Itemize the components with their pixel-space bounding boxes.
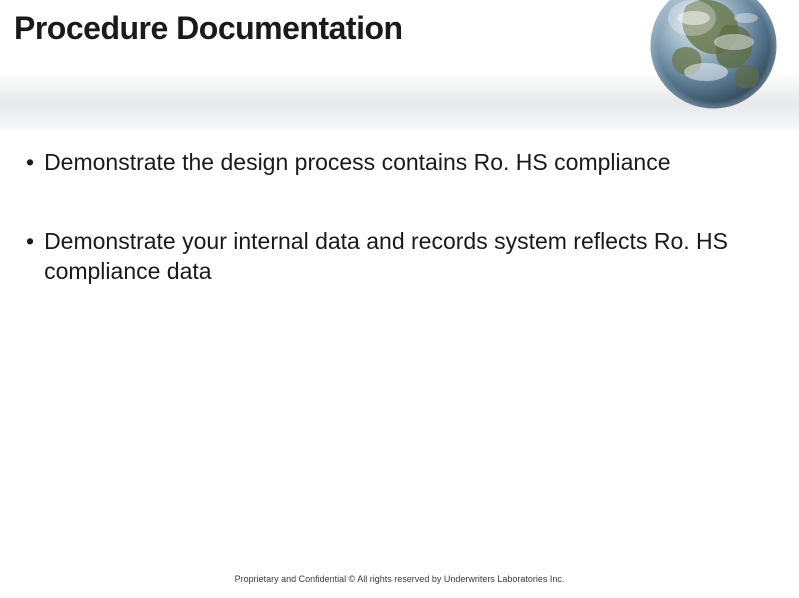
earth-globe-svg — [646, 0, 781, 113]
bullet-text: Demonstrate your internal data and recor… — [44, 227, 759, 286]
list-item: • Demonstrate the design process contain… — [22, 148, 759, 177]
list-item: • Demonstrate your internal data and rec… — [22, 227, 759, 286]
bullet-icon: • — [26, 148, 34, 177]
bullet-list: • Demonstrate the design process contain… — [22, 148, 759, 336]
footer-text: Proprietary and Confidential © All right… — [0, 574, 799, 584]
slide: Procedure Documentation — [0, 0, 799, 598]
bullet-text: Demonstrate the design process contains … — [44, 148, 759, 177]
slide-title: Procedure Documentation — [14, 10, 403, 47]
bullet-icon: • — [26, 227, 34, 256]
globe-icon — [646, 0, 781, 113]
